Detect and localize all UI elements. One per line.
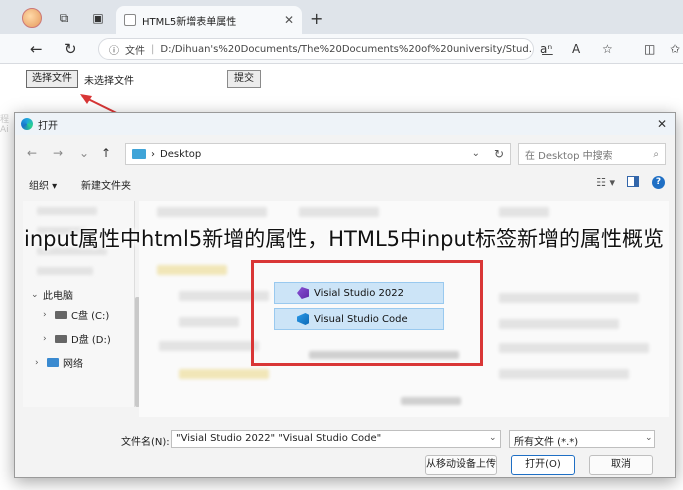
open-file-dialog: 打开 ✕ ← → ⌄ ↑ › Desktop ⌄ ↻ 在 Desktop 中搜索… bbox=[14, 112, 676, 478]
blurred-file bbox=[157, 207, 267, 217]
chevron-right-icon[interactable]: › bbox=[43, 310, 51, 320]
drive-icon bbox=[55, 334, 67, 343]
organize-label: 组织 bbox=[29, 181, 49, 192]
organize-menu[interactable]: 组织 ▾ bbox=[29, 177, 57, 192]
nav-item-label: 网络 bbox=[63, 359, 83, 370]
nav-item-label: 此电脑 bbox=[43, 291, 73, 302]
blurred-file bbox=[179, 317, 239, 327]
vscode-icon bbox=[297, 313, 309, 325]
chevron-down-icon[interactable]: ⌄ bbox=[489, 433, 497, 443]
blurred-file bbox=[157, 265, 227, 275]
close-icon[interactable]: ✕ bbox=[657, 117, 667, 131]
blurred-file bbox=[499, 319, 619, 329]
blurred-nav-item bbox=[37, 207, 97, 215]
nav-item-network[interactable]: › 网络 bbox=[35, 355, 83, 371]
dialog-toolbar: 组织 ▾ 新建文件夹 ☷ ▾ ? bbox=[15, 173, 675, 195]
file-item-name: Visial Studio 2022 bbox=[314, 287, 404, 299]
blurred-file bbox=[499, 343, 649, 353]
file-item-selected[interactable]: Visial Studio 2022 bbox=[274, 282, 444, 304]
blurred-file bbox=[299, 207, 379, 217]
drive-icon bbox=[55, 310, 67, 319]
blurred-file bbox=[499, 369, 629, 379]
filetype-select[interactable]: 所有文件 (*.*) bbox=[509, 430, 655, 448]
refresh-icon[interactable]: ↻ bbox=[494, 147, 504, 161]
chevron-down-icon[interactable]: ⌄ bbox=[645, 433, 653, 443]
search-placeholder: 在 Desktop 中搜索 bbox=[525, 150, 613, 162]
dialog-navigation-row: ← → ⌄ ↑ › Desktop ⌄ ↻ 在 Desktop 中搜索 ⌕ bbox=[15, 141, 675, 167]
chevron-down-icon[interactable]: ⌄ bbox=[31, 290, 39, 300]
visual-studio-icon bbox=[297, 287, 309, 299]
path-dropdown-icon[interactable]: ⌄ bbox=[472, 148, 480, 159]
open-button[interactable]: 打开(O) bbox=[511, 455, 575, 475]
path-bar[interactable]: › Desktop ⌄ ↻ bbox=[125, 143, 511, 165]
nav-item-c-drive[interactable]: › C盘 (C:) bbox=[43, 307, 110, 323]
nav-item-d-drive[interactable]: › D盘 (D:) bbox=[43, 331, 111, 347]
up-arrow-icon[interactable]: ↑ bbox=[101, 146, 111, 160]
edge-logo-icon bbox=[21, 118, 33, 130]
view-options-icon[interactable]: ☷ ▾ bbox=[596, 176, 615, 189]
new-folder-button[interactable]: 新建文件夹 bbox=[81, 177, 131, 192]
chevron-right-icon[interactable]: › bbox=[35, 358, 43, 368]
file-item-name: Visual Studio Code bbox=[314, 313, 408, 325]
filename-label: 文件名(N): bbox=[121, 437, 170, 448]
file-item-selected[interactable]: Visual Studio Code bbox=[274, 308, 444, 330]
cancel-button[interactable]: 取消 bbox=[589, 455, 653, 475]
network-icon bbox=[47, 358, 59, 367]
back-arrow-icon[interactable]: ← bbox=[27, 146, 37, 160]
search-input[interactable]: 在 Desktop 中搜索 ⌕ bbox=[518, 143, 666, 165]
upload-from-mobile-button[interactable]: 从移动设备上传 bbox=[425, 455, 497, 475]
nav-item-label: C盘 (C:) bbox=[71, 311, 110, 322]
dialog-bottom-controls: 文件名(N): "Visial Studio 2022" "Visual Stu… bbox=[15, 425, 675, 479]
nav-item-label: D盘 (D:) bbox=[71, 335, 111, 346]
nav-item-this-pc[interactable]: ⌄ 此电脑 bbox=[31, 287, 73, 303]
search-icon: ⌕ bbox=[653, 148, 659, 160]
dialog-title: 打开 bbox=[38, 120, 58, 132]
folder-icon bbox=[132, 149, 146, 159]
filename-input[interactable]: "Visial Studio 2022" "Visual Studio Code… bbox=[171, 430, 501, 448]
path-segment[interactable]: Desktop bbox=[160, 149, 201, 160]
blurred-file bbox=[499, 293, 639, 303]
dialog-title-bar: 打开 ✕ bbox=[15, 113, 675, 135]
overlay-caption: input属性中html5新增的属性，HTML5中input标签新增的属性概览 bbox=[24, 227, 665, 251]
blurred-nav-item bbox=[37, 267, 93, 275]
blurred-file bbox=[179, 369, 269, 379]
preview-pane-icon[interactable] bbox=[627, 176, 639, 187]
forward-arrow-icon[interactable]: → bbox=[53, 146, 63, 160]
blurred-file bbox=[401, 397, 461, 405]
blurred-file bbox=[159, 341, 259, 351]
path-chevron-icon: › bbox=[151, 148, 155, 160]
chevron-down-icon[interactable]: ⌄ bbox=[79, 146, 89, 160]
help-icon[interactable]: ? bbox=[652, 176, 665, 189]
chevron-right-icon[interactable]: › bbox=[43, 334, 51, 344]
blurred-file bbox=[499, 207, 549, 217]
